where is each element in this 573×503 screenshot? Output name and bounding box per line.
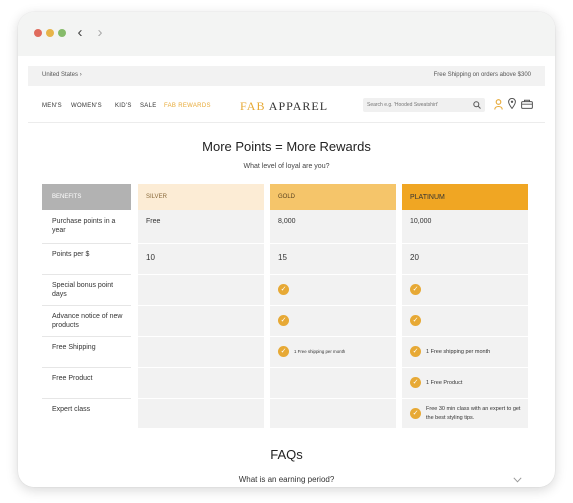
nav-link-sale[interactable]: SALE	[140, 103, 157, 109]
benefit-label: Points per $	[52, 251, 90, 258]
nav-link-kids[interactable]: KID'S	[115, 103, 132, 109]
benefit-label: Expert class	[52, 406, 91, 413]
row-divider	[42, 398, 131, 399]
browser-window: ‹ › United States › Free Shipping on ord…	[18, 12, 555, 487]
benefit-label: Free Product	[52, 375, 93, 382]
rewards-heading: More Points = More Rewards	[202, 139, 371, 154]
row-divider	[402, 274, 528, 275]
rewards-subheading: What level of loyal are you?	[243, 163, 330, 170]
search-input[interactable]	[367, 99, 467, 111]
row-divider	[42, 274, 131, 275]
nav-link-womens[interactable]: WOMEN'S	[71, 103, 102, 109]
brand-logo[interactable]: FAB APPAREL	[240, 99, 328, 114]
gold-value: 8,000	[278, 218, 296, 225]
benefit-label: Advance notice of new products	[52, 313, 123, 329]
close-window-dot[interactable]	[34, 29, 42, 37]
check-icon: ✓	[410, 408, 421, 419]
row-divider	[270, 243, 396, 244]
row-divider	[42, 367, 131, 368]
header-silver: SILVER	[138, 184, 264, 210]
row-divider	[138, 274, 264, 275]
platinum-benefit-text: Free 30 min class with an expert to get …	[426, 406, 521, 421]
row-divider	[270, 398, 396, 399]
check-icon: ✓	[278, 315, 289, 326]
platinum-benefit-text: 1 Free shipping per month	[426, 349, 491, 355]
nav-link-mens[interactable]: MEN'S	[42, 103, 62, 109]
benefit-label: Free Shipping	[52, 344, 96, 351]
maximize-window-dot[interactable]	[58, 29, 66, 37]
row-divider	[270, 274, 396, 275]
chevron-down-icon[interactable]	[513, 477, 522, 483]
check-icon: ✓	[278, 284, 289, 295]
platinum-value: 20	[410, 253, 419, 262]
row-divider	[42, 336, 131, 337]
row-divider	[402, 305, 528, 306]
row-divider	[402, 336, 528, 337]
check-icon: ✓	[410, 346, 421, 357]
silver-value: 10	[146, 253, 155, 262]
faq-question[interactable]: What is an earning period?	[28, 475, 545, 484]
browser-toolbar: ‹ ›	[18, 12, 555, 56]
check-icon: ✓	[278, 346, 289, 357]
row-divider	[270, 336, 396, 337]
gold-benefit-text: 1 Free shipping per month	[294, 349, 346, 354]
cart-icon[interactable]	[521, 99, 533, 109]
check-icon: ✓	[410, 377, 421, 388]
row-divider	[42, 305, 131, 306]
minimize-window-dot[interactable]	[46, 29, 54, 37]
row-divider	[402, 243, 528, 244]
search-box[interactable]	[363, 98, 485, 112]
location-pin-icon[interactable]	[508, 98, 516, 109]
row-divider	[138, 305, 264, 306]
row-divider	[138, 398, 264, 399]
benefit-label: Purchase points in a year	[52, 218, 116, 234]
header-platinum: PLATINUM	[402, 184, 528, 210]
chevron-left-icon[interactable]: ‹	[74, 25, 86, 41]
row-divider	[138, 367, 264, 368]
main-navigation: MEN'S WOMEN'S KID'S SALE FAB REWARDS FAB…	[28, 86, 545, 123]
check-icon: ✓	[410, 315, 421, 326]
row-divider	[270, 367, 396, 368]
chevron-right-icon[interactable]: ›	[94, 25, 106, 41]
faq-heading: FAQs	[270, 447, 303, 462]
gold-value: 15	[278, 253, 287, 262]
page-content: United States › Free Shipping on orders …	[28, 66, 545, 487]
shipping-notice: Free Shipping on orders above $300	[433, 72, 531, 78]
header-benefits: BENEFITS	[42, 184, 131, 210]
country-label: United States	[42, 72, 79, 78]
platinum-benefit-text: 1 Free Product	[426, 380, 463, 386]
top-strip: United States › Free Shipping on orders …	[28, 66, 545, 86]
silver-value: Free	[146, 218, 161, 225]
nav-link-fab-rewards[interactable]: FAB REWARDS	[164, 103, 211, 109]
row-divider	[42, 243, 131, 244]
header-gold: GOLD	[270, 184, 396, 210]
platinum-value: 10,000	[410, 218, 432, 225]
country-selector[interactable]: United States ›	[42, 72, 82, 78]
benefit-label: Special bonus point days	[52, 282, 114, 298]
row-divider	[402, 367, 528, 368]
user-icon[interactable]	[494, 99, 503, 110]
row-divider	[270, 305, 396, 306]
row-divider	[138, 336, 264, 337]
check-icon: ✓	[410, 284, 421, 295]
search-icon[interactable]	[473, 101, 481, 109]
row-divider	[138, 243, 264, 244]
row-divider	[402, 398, 528, 399]
